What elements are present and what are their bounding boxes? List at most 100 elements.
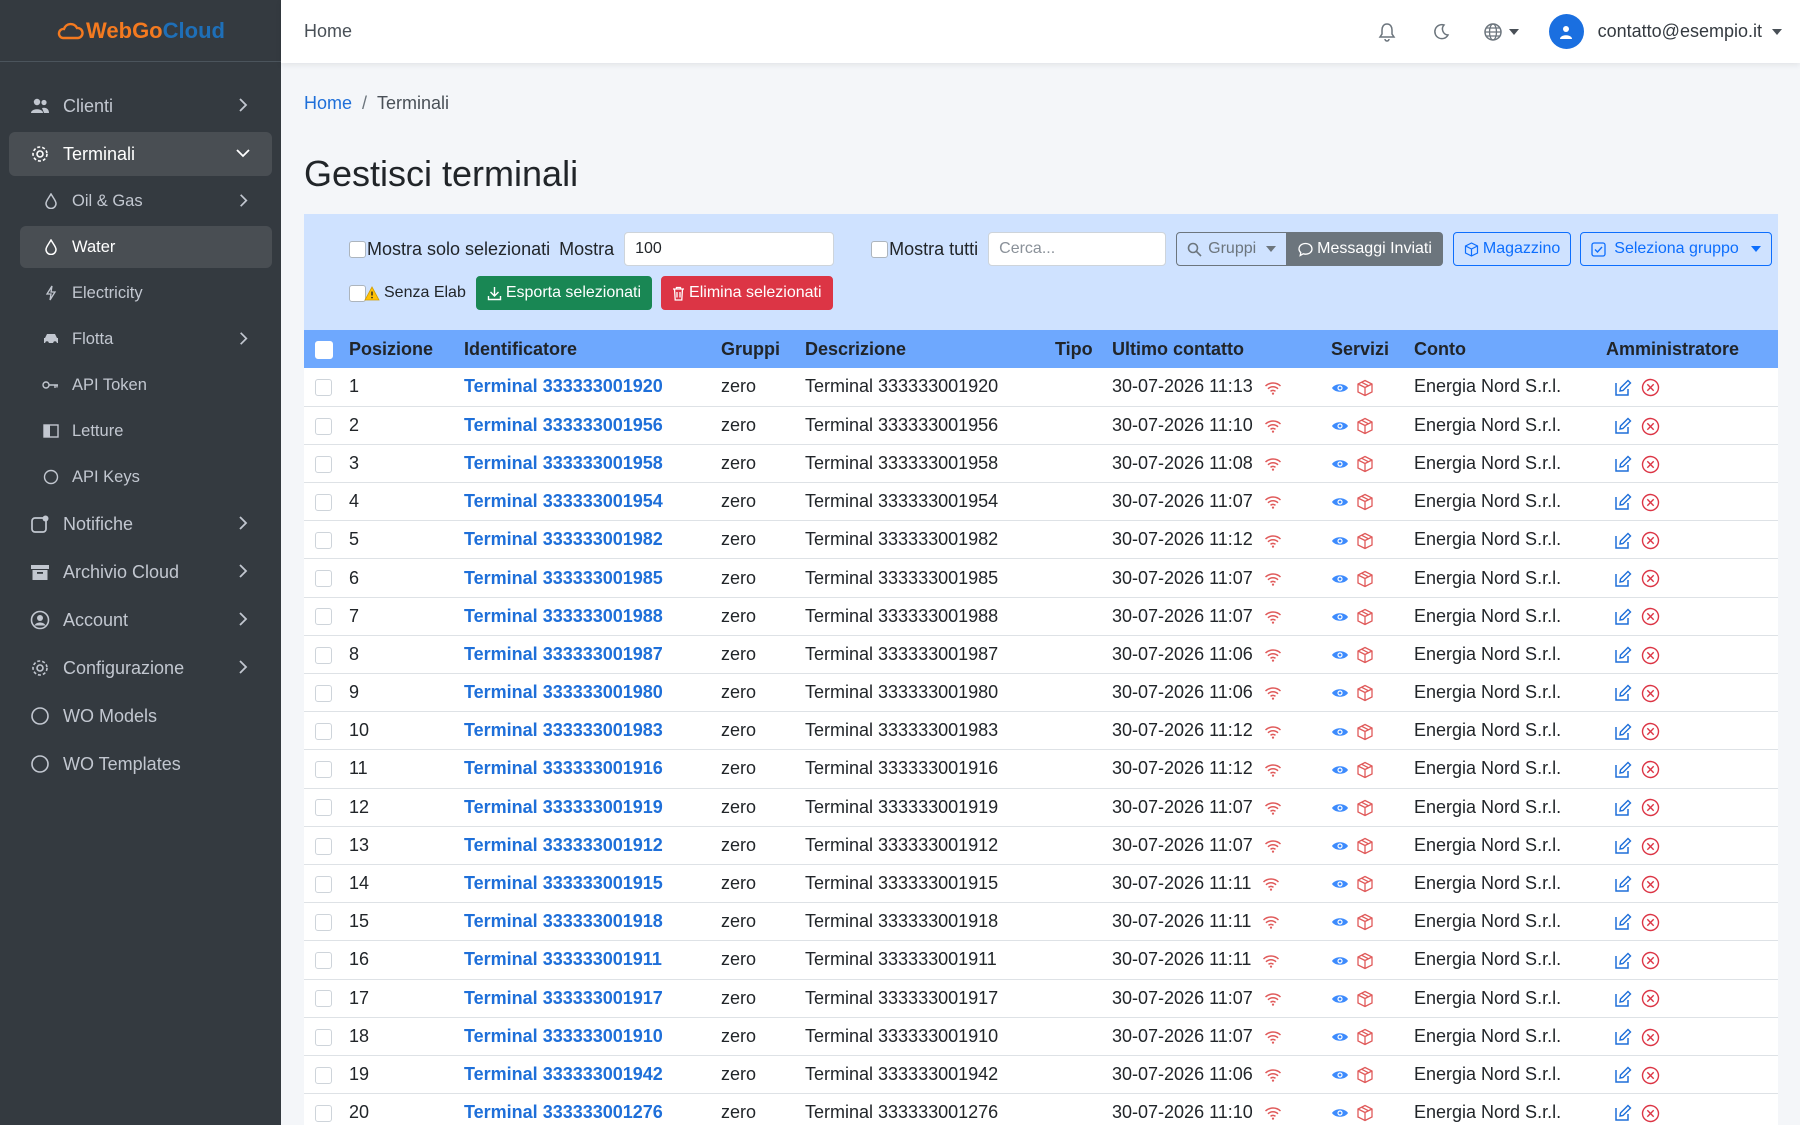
- bell-icon[interactable]: [1375, 20, 1399, 44]
- column-header-descrizione[interactable]: Descrizione: [805, 330, 1055, 368]
- edit-icon[interactable]: [1614, 913, 1632, 931]
- eye-icon[interactable]: [1331, 726, 1349, 738]
- eye-icon[interactable]: [1331, 1031, 1349, 1043]
- table-row[interactable]: 12 Terminal 333333001919 zero Terminal 3…: [304, 788, 1778, 827]
- language-dropdown[interactable]: [1483, 22, 1519, 42]
- eye-icon[interactable]: [1331, 916, 1349, 928]
- eye-icon[interactable]: [1331, 687, 1349, 699]
- box-icon[interactable]: [1356, 875, 1374, 893]
- edit-icon[interactable]: [1614, 608, 1632, 626]
- delete-circle-icon[interactable]: [1641, 951, 1660, 970]
- box-icon[interactable]: [1356, 532, 1374, 550]
- sidebar-item-wo-templates[interactable]: WO Templates: [9, 742, 272, 786]
- terminal-link[interactable]: Terminal 333333001276: [464, 1102, 663, 1122]
- column-header-tipo[interactable]: Tipo: [1055, 330, 1112, 368]
- row-checkbox[interactable]: [315, 1028, 332, 1046]
- terminal-link[interactable]: Terminal 333333001917: [464, 988, 663, 1008]
- eye-icon[interactable]: [1331, 1107, 1349, 1119]
- eye-icon[interactable]: [1331, 993, 1349, 1005]
- edit-icon[interactable]: [1614, 952, 1632, 970]
- row-checkbox[interactable]: [315, 952, 332, 970]
- top-home-link[interactable]: Home: [304, 21, 352, 42]
- terminal-link[interactable]: Terminal 333333001983: [464, 720, 663, 740]
- table-row[interactable]: 15 Terminal 333333001918 zero Terminal 3…: [304, 903, 1778, 941]
- delete-circle-icon[interactable]: [1641, 1028, 1660, 1047]
- box-icon[interactable]: [1356, 570, 1374, 588]
- table-row[interactable]: 2 Terminal 333333001956 zero Terminal 33…: [304, 406, 1778, 445]
- eye-icon[interactable]: [1331, 535, 1349, 547]
- sidebar-item-water[interactable]: Water: [20, 226, 272, 268]
- edit-icon[interactable]: [1614, 837, 1632, 855]
- eye-icon[interactable]: [1331, 802, 1349, 814]
- delete-circle-icon[interactable]: [1641, 798, 1660, 817]
- edit-icon[interactable]: [1614, 532, 1632, 550]
- eye-icon[interactable]: [1331, 649, 1349, 661]
- delete-circle-icon[interactable]: [1641, 684, 1660, 703]
- moon-icon[interactable]: [1429, 20, 1453, 44]
- row-checkbox[interactable]: [315, 990, 332, 1008]
- table-row[interactable]: 19 Terminal 333333001942 zero Terminal 3…: [304, 1055, 1778, 1094]
- terminal-link[interactable]: Terminal 333333001985: [464, 568, 663, 588]
- edit-icon[interactable]: [1614, 761, 1632, 779]
- column-header-ultimo-contatto[interactable]: Ultimo contatto: [1112, 330, 1331, 368]
- column-header-identificatore[interactable]: Identificatore: [464, 330, 721, 368]
- box-icon[interactable]: [1356, 379, 1374, 397]
- avatar[interactable]: [1548, 14, 1584, 49]
- terminal-link[interactable]: Terminal 333333001915: [464, 873, 663, 893]
- row-checkbox[interactable]: [315, 570, 332, 588]
- sent-messages-button[interactable]: Messaggi Inviati: [1287, 232, 1443, 266]
- sidebar-item-clienti[interactable]: Clienti: [9, 84, 272, 128]
- eye-icon[interactable]: [1331, 496, 1349, 508]
- column-header-servizi[interactable]: Servizi: [1331, 330, 1414, 368]
- row-checkbox[interactable]: [315, 608, 332, 626]
- edit-icon[interactable]: [1614, 1104, 1632, 1122]
- edit-icon[interactable]: [1614, 799, 1632, 817]
- terminal-link[interactable]: Terminal 333333001980: [464, 682, 663, 702]
- box-icon[interactable]: [1356, 455, 1374, 473]
- edit-icon[interactable]: [1614, 570, 1632, 588]
- edit-icon[interactable]: [1614, 1028, 1632, 1046]
- terminal-link[interactable]: Terminal 333333001920: [464, 376, 663, 396]
- table-row[interactable]: 7 Terminal 333333001988 zero Terminal 33…: [304, 597, 1778, 636]
- sidebar-item-flotta[interactable]: Flotta: [20, 318, 272, 360]
- breadcrumb-home[interactable]: Home: [304, 93, 352, 114]
- delete-circle-icon[interactable]: [1641, 531, 1660, 550]
- box-icon[interactable]: [1356, 837, 1374, 855]
- box-icon[interactable]: [1356, 761, 1374, 779]
- sidebar-item-api-keys[interactable]: API Keys: [20, 456, 272, 498]
- select-all-checkbox[interactable]: [315, 340, 333, 359]
- sidebar-item-archivio-cloud[interactable]: Archivio Cloud: [9, 550, 272, 594]
- delete-circle-icon[interactable]: [1641, 875, 1660, 894]
- delete-circle-icon[interactable]: [1641, 607, 1660, 626]
- table-row[interactable]: 14 Terminal 333333001915 zero Terminal 3…: [304, 864, 1778, 903]
- delete-circle-icon[interactable]: [1641, 837, 1660, 856]
- terminal-link[interactable]: Terminal 333333001982: [464, 529, 663, 549]
- box-icon[interactable]: [1356, 417, 1374, 435]
- edit-icon[interactable]: [1614, 455, 1632, 473]
- table-row[interactable]: 5 Terminal 333333001982 zero Terminal 33…: [304, 521, 1778, 559]
- row-checkbox[interactable]: [315, 684, 332, 702]
- edit-icon[interactable]: [1614, 379, 1632, 397]
- caret-down-icon[interactable]: [1772, 28, 1782, 35]
- edit-icon[interactable]: [1614, 684, 1632, 702]
- groups-dropdown-button[interactable]: Gruppi: [1176, 232, 1288, 266]
- delete-circle-icon[interactable]: [1641, 455, 1660, 474]
- table-row[interactable]: 13 Terminal 333333001912 zero Terminal 3…: [304, 826, 1778, 865]
- table-row[interactable]: 16 Terminal 333333001911 zero Terminal 3…: [304, 941, 1778, 979]
- box-icon[interactable]: [1356, 1066, 1374, 1084]
- sidebar-item-notifiche[interactable]: Notifiche: [9, 502, 272, 546]
- terminal-link[interactable]: Terminal 333333001910: [464, 1026, 663, 1046]
- box-icon[interactable]: [1356, 1028, 1374, 1046]
- export-selected-button[interactable]: Esporta selezionati: [475, 276, 653, 310]
- sidebar-item-account[interactable]: Account: [9, 598, 272, 642]
- terminal-link[interactable]: Terminal 333333001916: [464, 758, 663, 778]
- edit-icon[interactable]: [1614, 1066, 1632, 1084]
- box-icon[interactable]: [1356, 608, 1374, 626]
- delete-circle-icon[interactable]: [1641, 417, 1660, 436]
- delete-circle-icon[interactable]: [1641, 760, 1660, 779]
- eye-icon[interactable]: [1331, 611, 1349, 623]
- delete-circle-icon[interactable]: [1641, 493, 1660, 512]
- edit-icon[interactable]: [1614, 723, 1632, 741]
- delete-circle-icon[interactable]: [1641, 378, 1660, 397]
- box-icon[interactable]: [1356, 799, 1374, 817]
